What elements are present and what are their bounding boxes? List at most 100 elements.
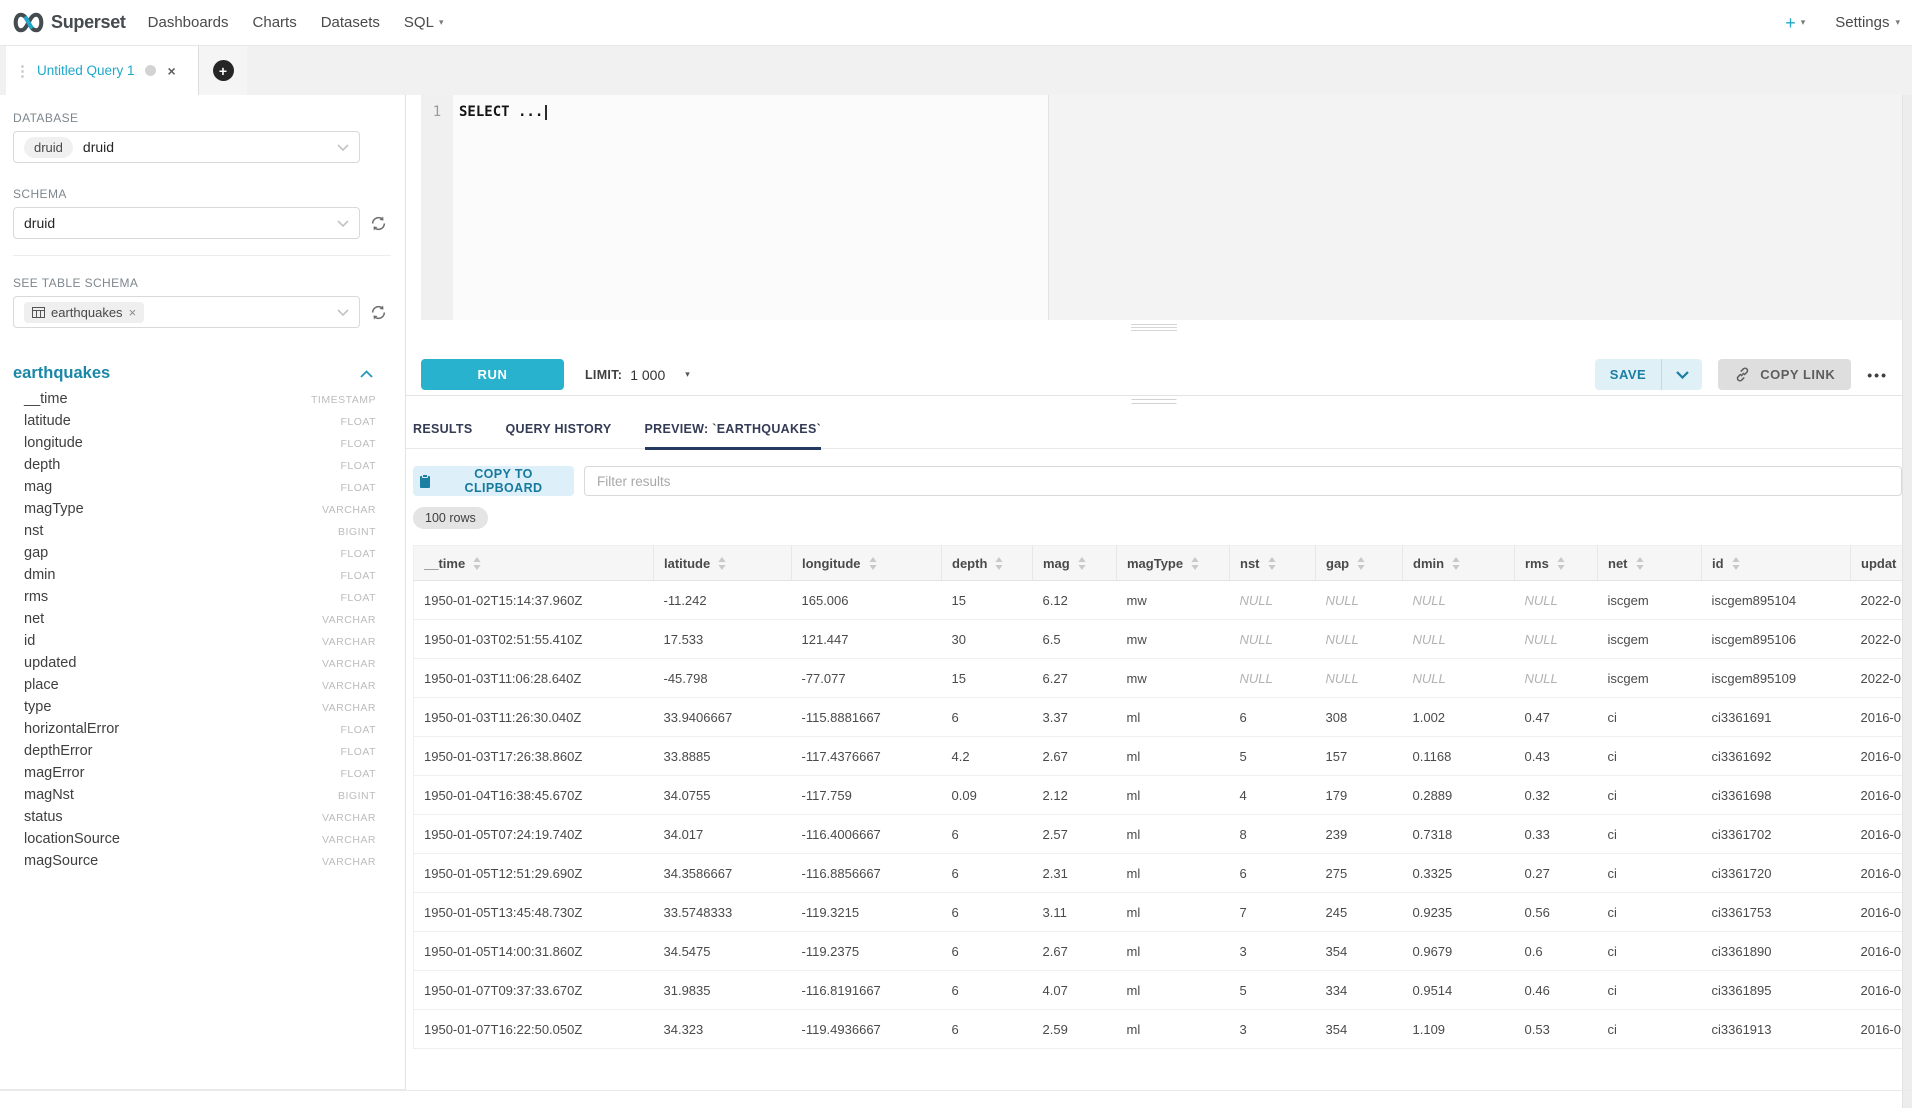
grid-header-label: depth — [952, 556, 987, 571]
grid-header-cell[interactable]: gap — [1316, 546, 1403, 581]
pane-divider-handle[interactable] — [1132, 399, 1177, 404]
results-tab[interactable]: PREVIEW: `EARTHQUAKES` — [645, 422, 822, 450]
table-cell: -11.242 — [654, 581, 792, 620]
database-select[interactable]: druid druid — [13, 131, 360, 163]
grid-header-cell[interactable]: net — [1598, 546, 1702, 581]
top-navbar: Superset Dashboards Charts Datasets SQL▾… — [0, 0, 1912, 46]
grid-header-cell[interactable]: latitude — [654, 546, 792, 581]
more-menu-icon[interactable]: ••• — [1867, 367, 1888, 383]
schema-select[interactable]: druid — [13, 207, 360, 239]
remove-table-icon[interactable]: × — [129, 305, 137, 320]
grid-header-cell[interactable]: mag — [1033, 546, 1117, 581]
table-select[interactable]: earthquakes × — [13, 296, 360, 328]
grid-header-cell[interactable]: nst — [1230, 546, 1316, 581]
table-cell: NULL — [1316, 581, 1403, 620]
grid-header-cell[interactable]: id — [1702, 546, 1851, 581]
column-type: VARCHAR — [322, 636, 376, 648]
table-cell: ml — [1117, 815, 1230, 854]
editor-code-area[interactable]: SELECT ... — [453, 95, 1902, 320]
table-cell: 2.67 — [1033, 932, 1117, 971]
run-button[interactable]: RUN — [421, 359, 564, 390]
table-cell: mw — [1117, 659, 1230, 698]
drag-handle-icon[interactable]: ⋮ — [15, 62, 30, 80]
schema-column: statusVARCHAR — [13, 809, 376, 831]
close-tab-icon[interactable]: × — [168, 63, 176, 79]
table-pill: earthquakes × — [24, 302, 144, 323]
table-row: 1950-01-03T11:26:30.040Z33.9406667-115.8… — [414, 698, 1905, 737]
table-cell: ml — [1117, 1010, 1230, 1049]
copy-link-button[interactable]: COPY LINK — [1718, 359, 1851, 390]
refresh-schemas-icon[interactable] — [370, 215, 387, 232]
table-cell: 5 — [1230, 737, 1316, 776]
grid-header-cell[interactable]: longitude — [792, 546, 942, 581]
grid-header-cell[interactable]: magType — [1117, 546, 1230, 581]
filter-results-input[interactable] — [584, 466, 1902, 496]
table-cell: NULL — [1403, 659, 1515, 698]
table-cell: 157 — [1316, 737, 1403, 776]
save-button[interactable]: SAVE — [1595, 359, 1661, 390]
table-cell: NULL — [1515, 581, 1598, 620]
schema-column: gapFLOAT — [13, 545, 376, 567]
schema-column: rmsFLOAT — [13, 589, 376, 611]
table-cell: ml — [1117, 971, 1230, 1010]
results-table: __timelatitudelongitude depth magmagTypens… — [413, 545, 1904, 1049]
superset-brand[interactable]: Superset — [12, 11, 126, 34]
table-cell: 2016-0 — [1851, 1010, 1905, 1049]
menu-sql[interactable]: SQL▾ — [392, 14, 456, 31]
table-row: 1950-01-05T12:51:29.690Z34.3586667-116.8… — [414, 854, 1905, 893]
table-cell: 0.3325 — [1403, 854, 1515, 893]
menu-charts[interactable]: Charts — [241, 14, 309, 31]
grid-header-label: dmin — [1413, 556, 1444, 571]
limit-dropdown[interactable]: LIMIT: 1 000 ▾ — [585, 367, 690, 383]
table-cell: mw — [1117, 581, 1230, 620]
table-cell: 121.447 — [792, 620, 942, 659]
table-cell: -119.2375 — [792, 932, 942, 971]
column-name: magSource — [24, 853, 98, 869]
table-cell: ci3361720 — [1702, 854, 1851, 893]
column-name: __time — [24, 391, 68, 407]
new-tab-button[interactable]: + — [213, 60, 234, 81]
collapse-chevron-up-icon[interactable] — [360, 370, 373, 378]
grid-header-cell[interactable]: dmin — [1403, 546, 1515, 581]
grid-header-cell[interactable]: rms — [1515, 546, 1598, 581]
menu-dashboards[interactable]: Dashboards — [136, 14, 241, 31]
table-cell: 2.57 — [1033, 815, 1117, 854]
copy-to-clipboard-label: COPY TO CLIPBOARD — [439, 467, 568, 495]
column-type: VARCHAR — [322, 504, 376, 516]
column-type: VARCHAR — [322, 680, 376, 692]
table-cell: 6 — [1230, 698, 1316, 737]
grid-header-cell[interactable]: depth — [942, 546, 1033, 581]
table-cell: -119.3215 — [792, 893, 942, 932]
vertical-scrollbar[interactable] — [1902, 95, 1912, 1108]
menu-datasets[interactable]: Datasets — [309, 14, 392, 31]
editor-resize-handle[interactable] — [1131, 324, 1177, 332]
sql-editor[interactable]: 1 SELECT ... — [421, 95, 1902, 320]
table-cell: -119.4936667 — [792, 1010, 942, 1049]
refresh-tables-icon[interactable] — [370, 304, 387, 321]
sqllab-main: 1 SELECT ... RUN LIMIT: 1 000 ▾ SAVE — [406, 95, 1902, 1108]
results-tab[interactable]: RESULTS — [413, 422, 473, 450]
main-menu: Dashboards Charts Datasets SQL▾ — [136, 14, 456, 31]
column-name: gap — [24, 545, 48, 561]
table-cell: 6 — [942, 971, 1033, 1010]
table-cell: 0.6 — [1515, 932, 1598, 971]
column-type: FLOAT — [340, 724, 376, 736]
results-tab[interactable]: QUERY HISTORY — [506, 422, 612, 450]
grid-header-cell[interactable]: __time — [414, 546, 654, 581]
new-query-tab-zone: + — [199, 46, 247, 95]
save-options-button[interactable] — [1662, 359, 1702, 390]
grid-header-cell[interactable]: updat — [1851, 546, 1905, 581]
settings-menu[interactable]: Settings ▾ — [1835, 14, 1900, 31]
query-tab-active[interactable]: ⋮ Untitled Query 1 × — [6, 46, 199, 95]
column-type: BIGINT — [338, 526, 376, 538]
grid-header-label: updat — [1861, 556, 1896, 571]
caret-down-icon: ▾ — [1801, 17, 1806, 28]
copy-to-clipboard-button[interactable]: COPY TO CLIPBOARD — [413, 466, 574, 496]
table-cell: 1950-01-03T17:26:38.860Z — [414, 737, 654, 776]
new-item-button[interactable]: + ▾ — [1785, 14, 1805, 32]
table-grid-icon — [32, 307, 45, 318]
table-cell: 0.2889 — [1403, 776, 1515, 815]
table-cell: 2022-0 — [1851, 620, 1905, 659]
bottom-border — [0, 1090, 1912, 1091]
table-cell: 6 — [942, 815, 1033, 854]
